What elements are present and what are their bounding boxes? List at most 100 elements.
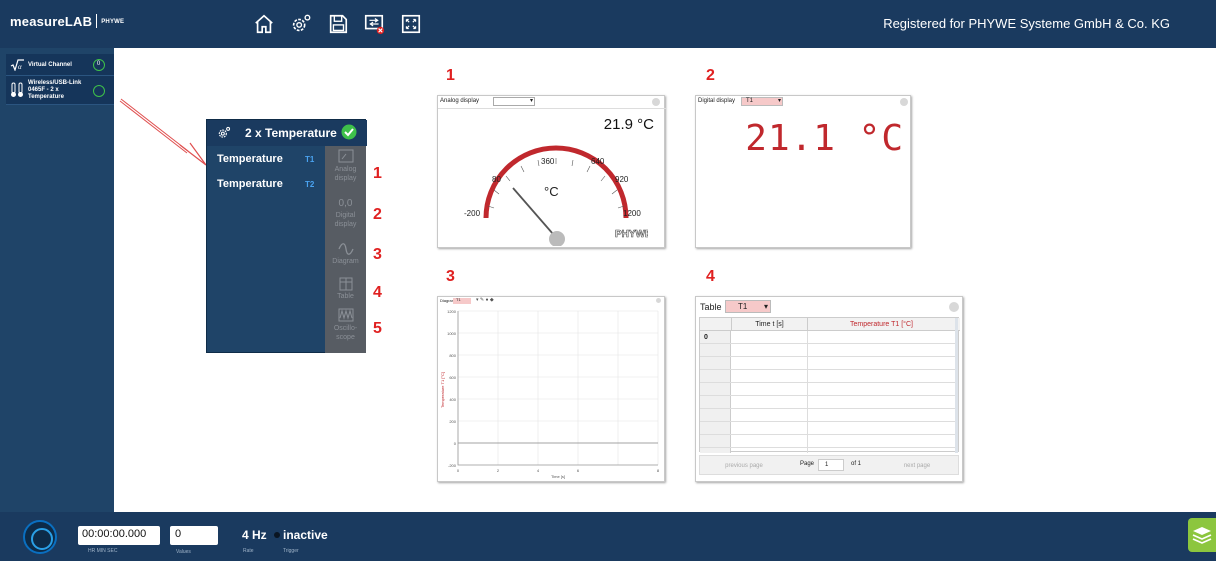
next-page-button[interactable]: next page	[878, 459, 956, 473]
diagram-panel: Diagram T1 ▾ ✎ ● ◆ 1200 1000 800 600 400…	[437, 296, 665, 482]
chevron-down-icon: ▾	[529, 98, 533, 104]
table-panel: Table T1 ▾ Time t [s] Temperature T1 [°C…	[695, 296, 963, 482]
table-icon	[339, 277, 352, 291]
callout-number: 4	[373, 284, 382, 301]
settings-icon[interactable]	[290, 13, 312, 35]
option-table[interactable]: Table	[325, 277, 366, 301]
home-icon[interactable]	[253, 13, 275, 35]
status-badge: 0	[93, 59, 105, 71]
y-axis-label: Temperature T1 [°C]	[440, 372, 445, 408]
close-icon[interactable]	[900, 98, 908, 106]
diagram-chart: 1200 1000 800 600 400 200 0 -200 0 2 4 6…	[440, 309, 660, 479]
registration-text: Registered for PHYWE Systeme GmbH & Co. …	[883, 16, 1170, 31]
sidebar-item-temperature-sensor[interactable]: Wireless/USB-Link 0465F - 2 x Temperatur…	[6, 76, 114, 105]
sidebar: α Virtual Channel 0 Wireless/USB-Link 04…	[0, 48, 114, 512]
digital-display-icon: 0,0	[338, 198, 353, 209]
pagination: previous page Page 1 of 1 next page	[699, 455, 959, 475]
save-icon[interactable]	[327, 13, 349, 35]
channel-tag: T1	[305, 155, 315, 164]
page-input[interactable]: 1	[818, 459, 844, 471]
scale-label: 640	[591, 157, 605, 166]
fullscreen-icon[interactable]	[400, 13, 422, 35]
screen-close-icon[interactable]	[363, 13, 385, 35]
x-axis-label: Time [s]	[551, 474, 565, 479]
page-count: of 1	[851, 461, 862, 467]
channel-tag: T2	[305, 180, 315, 189]
rate-value[interactable]: 4 Hz	[242, 528, 267, 542]
bottom-bar: 00:00:00.000 HR MIN SEC 0 Values 4 Hz Ra…	[0, 512, 1216, 561]
analog-display-panel: Analog display ▾ 21.9 °C -200 80 360 640…	[437, 95, 666, 248]
x-tick-label: 8	[657, 468, 660, 473]
sqrt-alpha-icon: α	[10, 59, 24, 71]
callout-number: 5	[373, 320, 382, 337]
svg-text:α: α	[18, 63, 22, 71]
previous-page-button[interactable]: previous page	[704, 459, 784, 473]
panel-number: 4	[706, 268, 715, 285]
panel-number: 2	[706, 67, 715, 84]
brand-logo: PHYWE	[615, 229, 648, 240]
option-oscilloscope[interactable]: Oscillo-scope	[325, 308, 366, 342]
option-digital-display[interactable]: 0,0 Digital display	[325, 198, 366, 229]
analog-display-icon	[338, 149, 353, 163]
sidebar-item-virtual-channel[interactable]: α Virtual Channel 0	[6, 54, 114, 76]
close-icon[interactable]	[656, 298, 661, 303]
layers-button[interactable]	[1188, 518, 1216, 552]
x-tick-label: 6	[577, 468, 580, 473]
scale-label: 1200	[623, 209, 641, 218]
diagram-tools[interactable]: ▾ ✎ ● ◆	[476, 297, 494, 303]
y-tick-label: 400	[449, 397, 456, 402]
app-logo: measureLAB PHYWE	[10, 14, 125, 29]
close-icon[interactable]	[949, 302, 959, 312]
channel-select[interactable]: ▾	[493, 97, 535, 106]
column-header: Time t [s]	[731, 318, 807, 331]
pointer-arrow	[119, 98, 207, 166]
layers-icon	[1192, 527, 1212, 544]
popup-title: 2 x Temperature	[245, 126, 337, 140]
x-tick-label: 4	[537, 468, 540, 473]
top-bar: measureLAB PHYWE Registered for PHYWE Sys…	[0, 0, 1216, 48]
channel-row-label[interactable]: Temperature	[217, 178, 283, 190]
channel-select[interactable]: T1 ▾	[725, 300, 771, 313]
values-count: 0	[170, 526, 218, 545]
page-label: Page	[800, 461, 815, 467]
trigger-status[interactable]: inactive	[283, 528, 328, 542]
sidebar-item-label: Virtual Channel	[28, 62, 72, 68]
panel-number: 1	[446, 67, 455, 84]
analog-value: 21.9 °C	[603, 116, 654, 133]
digital-display-panel: Digital display T1 ▾ 21.1 °C	[695, 95, 911, 248]
diagram-icon	[337, 243, 354, 255]
option-analog-display[interactable]: Analog display	[325, 149, 366, 183]
popup-header: 2 x Temperature	[207, 120, 367, 146]
status-indicator	[93, 85, 105, 97]
callout-number: 2	[373, 206, 382, 223]
channel-select[interactable]: T1	[453, 297, 471, 304]
callout-number: 3	[373, 246, 382, 263]
y-tick-label: 1200	[447, 309, 457, 314]
sidebar-item-label: Wireless/USB-Link 0465F - 2 x Temperatur…	[28, 80, 82, 100]
column-header: Temperature T1 [°C]	[807, 318, 955, 331]
check-icon	[341, 124, 357, 140]
timer-units: HR MIN SEC	[88, 548, 118, 554]
trigger-indicator	[274, 532, 280, 538]
gauge-unit: °C	[544, 184, 559, 199]
y-tick-label: 600	[449, 375, 456, 380]
channel-row-label[interactable]: Temperature	[217, 153, 283, 165]
scale-label: 80	[492, 175, 501, 184]
y-tick-label: 0	[454, 441, 457, 446]
record-button[interactable]	[23, 520, 57, 554]
scale-label: -200	[464, 209, 481, 218]
option-diagram[interactable]: Diagram	[325, 242, 366, 266]
settings-icon[interactable]	[217, 126, 231, 140]
y-tick-label: 1000	[447, 331, 457, 336]
panel-title: Digital display	[698, 98, 736, 104]
x-tick-label: 2	[497, 468, 500, 473]
scale-label: 360	[541, 157, 555, 166]
channel-select[interactable]: T1 ▾	[741, 97, 783, 106]
analog-gauge: -200 80 360 640 920 1200 °C PHYWE	[464, 145, 648, 246]
trigger-label: Trigger	[283, 548, 299, 554]
values-label: Values	[176, 549, 191, 555]
chevron-down-icon: ▾	[763, 302, 768, 311]
oscilloscope-icon	[338, 308, 353, 322]
sensor-popup: 2 x Temperature Temperature T1 Temperatu…	[206, 119, 367, 353]
close-icon[interactable]	[652, 98, 660, 106]
